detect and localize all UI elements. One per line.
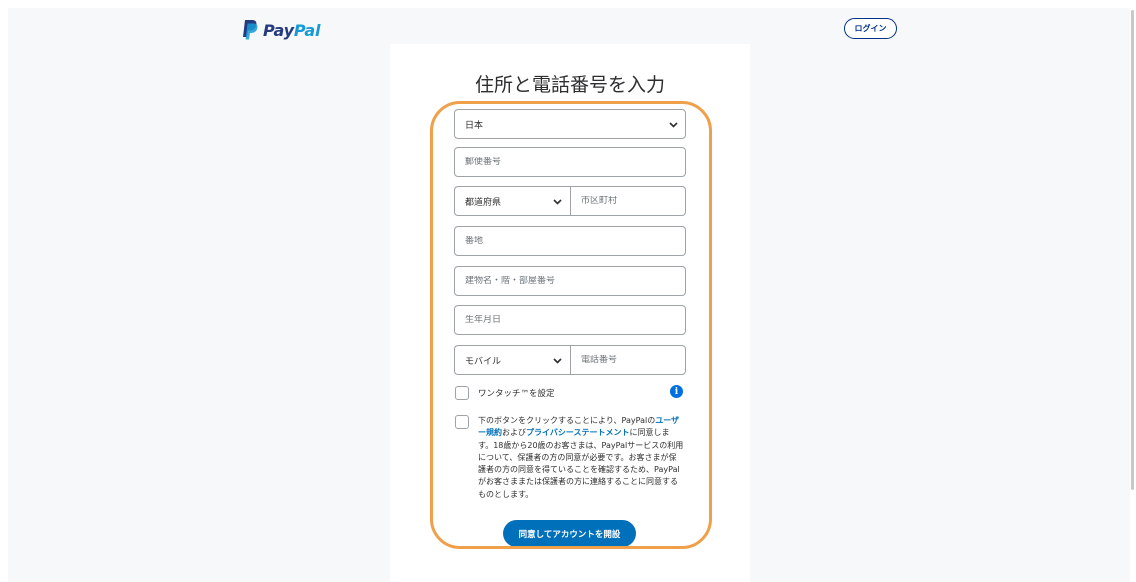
agree-create-account-button[interactable]: 同意してアカウントを開設 [503, 520, 636, 547]
paypal-logo[interactable]: PayPal [242, 18, 320, 42]
legal-text: 下のボタンをクリックすることにより、PayPalのユーザー規約およびプライバシー… [478, 415, 684, 501]
prefecture-select[interactable]: 都道府県 [454, 186, 570, 216]
page-title: 住所と電話番号を入力 [474, 74, 665, 96]
privacy-statement-link[interactable]: プライバシーステートメント [526, 428, 629, 437]
chevron-down-icon [553, 199, 562, 205]
postal-code-input[interactable] [465, 157, 685, 167]
legal-text-part1: 下のボタンをクリックすることにより、PayPalの [478, 416, 656, 425]
info-icon[interactable]: i [670, 385, 683, 398]
phone-row: モバイル [454, 345, 686, 375]
postal-code-field[interactable] [454, 147, 686, 177]
phone-type-select-value: モバイル [465, 356, 502, 367]
country-select[interactable]: 日本 [454, 109, 686, 139]
legal-text-part2: および [502, 428, 526, 438]
birthdate-input[interactable] [465, 315, 685, 325]
street-field[interactable] [454, 226, 686, 256]
terms-checkbox[interactable] [455, 415, 469, 429]
city-field[interactable] [570, 186, 686, 216]
onetouch-label: ワンタッチ™を設定 [478, 389, 555, 399]
paypal-logo-icon [243, 20, 258, 40]
chevron-down-icon [553, 358, 562, 364]
onetouch-checkbox[interactable] [455, 386, 469, 400]
login-button[interactable]: ログイン [844, 18, 897, 39]
legal-text-part3: に同意します。18歳から20歳のお客さまは、PayPalサービスの利用について、… [478, 428, 684, 499]
phone-number-input[interactable] [581, 355, 685, 365]
building-input[interactable] [465, 276, 685, 286]
paypal-logo-text: PayPal [263, 20, 321, 40]
birthdate-field[interactable] [454, 305, 686, 335]
street-input[interactable] [465, 236, 685, 246]
city-input[interactable] [581, 196, 685, 206]
building-field[interactable] [454, 266, 686, 296]
chevron-down-icon [669, 122, 678, 128]
phone-type-select[interactable]: モバイル [454, 345, 570, 375]
prefecture-select-value: 都道府県 [465, 197, 502, 208]
scrollbar[interactable] [1131, 10, 1134, 490]
prefecture-city-row: 都道府県 [454, 186, 686, 216]
country-select-value: 日本 [465, 120, 484, 131]
phone-number-field[interactable] [570, 345, 686, 375]
